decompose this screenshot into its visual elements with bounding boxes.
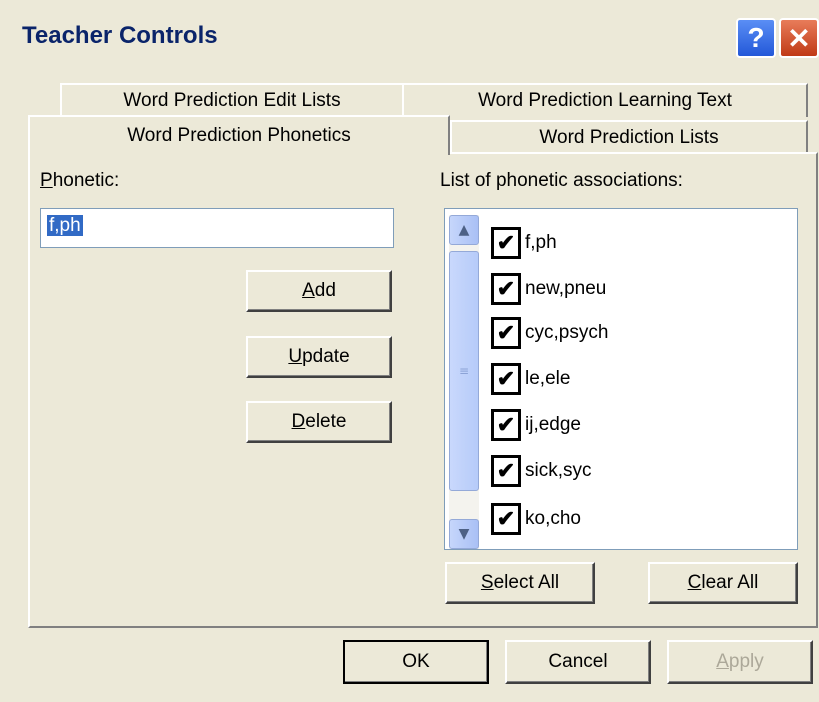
tab-word-prediction-lists[interactable]: Word Prediction Lists	[450, 120, 808, 154]
list-item[interactable]: ✔ sick,syc	[491, 451, 592, 491]
list-item[interactable]: ✔ ij,edge	[491, 405, 581, 445]
close-icon: ✕	[787, 22, 811, 54]
phonetic-label: Phonetic:	[40, 170, 120, 191]
associations-list[interactable]: ▲ ≡ ▼ ✔ f,ph ✔ new,pneu ✔ cyc,psych ✔ le…	[444, 208, 798, 550]
chevron-down-icon: ▼	[458, 526, 470, 542]
list-item-label: le,ele	[525, 368, 571, 389]
tab-word-prediction-phonetics[interactable]: Word Prediction Phonetics	[28, 115, 450, 155]
list-item[interactable]: ✔ le,ele	[491, 359, 570, 399]
scroll-down-button[interactable]: ▼	[449, 519, 479, 549]
title-bar: Teacher Controls ? ✕	[0, 0, 819, 83]
phonetic-input-value: f,ph	[47, 215, 83, 236]
checkbox[interactable]: ✔	[491, 455, 521, 487]
list-item-label: new,pneu	[525, 278, 607, 299]
grip-icon: ≡	[458, 364, 470, 378]
list-item-label: f,ph	[525, 232, 557, 253]
list-item[interactable]: ✔ cyc,psych	[491, 313, 608, 353]
list-item[interactable]: ✔ new,pneu	[491, 269, 606, 309]
clear-all-button[interactable]: Clear All	[648, 562, 798, 604]
cancel-button[interactable]: Cancel	[505, 640, 651, 684]
help-icon: ?	[747, 22, 765, 53]
add-button[interactable]: Add	[246, 270, 392, 312]
checkbox[interactable]: ✔	[491, 409, 521, 441]
tab-word-prediction-edit-lists[interactable]: Word Prediction Edit Lists	[60, 83, 404, 117]
list-item[interactable]: ✔ f,ph	[491, 223, 557, 263]
list-item-label: cyc,psych	[525, 322, 609, 343]
apply-button[interactable]: Apply	[667, 640, 813, 684]
scroll-thumb[interactable]: ≡	[449, 251, 479, 491]
checkbox[interactable]: ✔	[491, 227, 521, 259]
window-title: Teacher Controls	[22, 22, 218, 49]
list-scrollbar[interactable]: ▲ ≡ ▼	[449, 215, 479, 549]
ok-button[interactable]: OK	[343, 640, 489, 684]
checkbox[interactable]: ✔	[491, 363, 521, 395]
scroll-up-button[interactable]: ▲	[449, 215, 479, 245]
update-button[interactable]: Update	[246, 336, 392, 378]
tab-word-prediction-learning-text[interactable]: Word Prediction Learning Text	[402, 83, 808, 117]
checkbox[interactable]: ✔	[491, 317, 521, 349]
checkbox[interactable]: ✔	[491, 503, 521, 535]
help-button[interactable]: ?	[736, 18, 776, 58]
phonetic-input[interactable]: f,ph	[40, 208, 394, 248]
checkbox[interactable]: ✔	[491, 273, 521, 305]
list-item-label: sick,syc	[525, 460, 592, 481]
associations-label: List of phonetic associations:	[440, 170, 683, 191]
list-item[interactable]: ✔ ko,cho	[491, 499, 581, 539]
list-item-label: ko,cho	[525, 508, 581, 529]
delete-button[interactable]: Delete	[246, 401, 392, 443]
chevron-up-icon: ▲	[458, 222, 470, 238]
select-all-button[interactable]: Select All	[445, 562, 595, 604]
close-button[interactable]: ✕	[779, 18, 819, 58]
list-item-label: ij,edge	[525, 414, 581, 435]
